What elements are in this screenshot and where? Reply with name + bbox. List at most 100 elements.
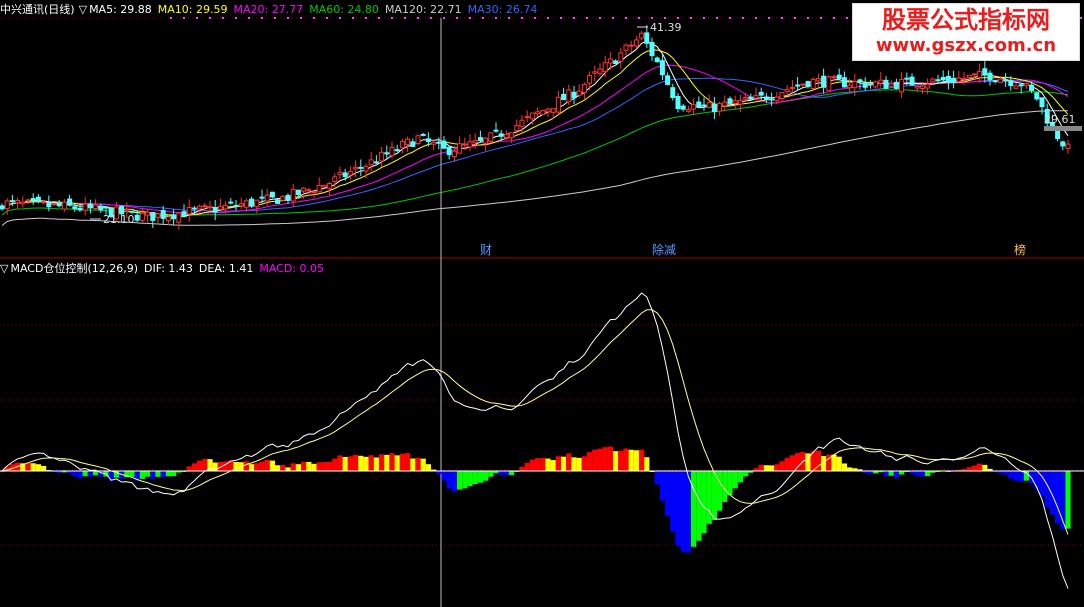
candle bbox=[649, 37, 655, 61]
candle-body bbox=[956, 77, 962, 82]
candle bbox=[56, 200, 62, 208]
candle-body bbox=[904, 77, 910, 80]
candle-body bbox=[1013, 85, 1019, 89]
candle bbox=[581, 82, 587, 100]
macd-bar bbox=[186, 466, 192, 471]
macd-bar bbox=[197, 460, 203, 471]
candle-body bbox=[436, 141, 442, 144]
top-dot bbox=[807, 17, 809, 19]
candle-body bbox=[467, 141, 473, 148]
candle-body bbox=[259, 196, 265, 199]
candle bbox=[150, 211, 156, 228]
macd-bar bbox=[503, 471, 509, 476]
candle bbox=[1060, 140, 1066, 151]
candle-body bbox=[670, 87, 676, 98]
candle-body bbox=[264, 194, 270, 202]
macd-bar bbox=[415, 457, 421, 471]
candle-body bbox=[561, 93, 567, 101]
candle bbox=[711, 97, 717, 120]
stock-chart-canvas[interactable]: 41.39 21.10 29.61 财 除减 榜 bbox=[0, 0, 1084, 607]
candle-body bbox=[311, 191, 317, 194]
candle bbox=[30, 193, 36, 205]
candle-body bbox=[202, 205, 208, 208]
candle-body bbox=[72, 206, 78, 209]
candle-body bbox=[233, 204, 239, 207]
candle bbox=[795, 76, 801, 91]
candle bbox=[488, 132, 494, 144]
candle-body bbox=[706, 102, 712, 108]
top-dot bbox=[586, 17, 588, 19]
candle-body bbox=[675, 95, 681, 110]
candle bbox=[587, 71, 593, 91]
candle bbox=[347, 166, 353, 181]
price-legend-name: 中兴通讯(日线) bbox=[0, 3, 75, 16]
candle bbox=[644, 25, 650, 48]
top-dot bbox=[677, 17, 679, 19]
top-dot bbox=[560, 17, 562, 19]
candle-body bbox=[368, 159, 374, 166]
candle-body bbox=[275, 199, 281, 204]
macd-bar bbox=[519, 466, 525, 471]
candle bbox=[207, 200, 213, 211]
macd-bar bbox=[774, 464, 780, 471]
candle-body bbox=[535, 111, 541, 115]
candle bbox=[332, 173, 338, 189]
macd-bar bbox=[405, 453, 411, 471]
candle bbox=[1023, 82, 1029, 89]
candle-body bbox=[602, 62, 608, 72]
legend-dea: DEA: 1.41 bbox=[198, 262, 254, 275]
macd-bar bbox=[399, 453, 405, 471]
top-dot bbox=[573, 17, 575, 19]
macd-bar bbox=[150, 471, 156, 480]
candle-body bbox=[295, 189, 301, 196]
candle bbox=[857, 78, 863, 90]
candle-body bbox=[238, 203, 244, 207]
macd-bar bbox=[249, 464, 255, 471]
last-price-bar bbox=[1044, 126, 1082, 131]
candle-body bbox=[493, 129, 499, 132]
macd-bar bbox=[665, 471, 671, 517]
top-dot bbox=[222, 17, 224, 19]
top-dot bbox=[313, 17, 315, 19]
candle bbox=[633, 35, 639, 49]
candle-body bbox=[228, 201, 234, 204]
candle bbox=[873, 80, 879, 89]
candle bbox=[623, 43, 629, 56]
top-dot bbox=[352, 17, 354, 19]
candle bbox=[410, 138, 416, 147]
candle-body bbox=[103, 206, 109, 209]
high-price-label: 41.39 bbox=[650, 21, 682, 34]
macd-bar bbox=[358, 455, 364, 471]
candle-body bbox=[280, 196, 286, 201]
candle bbox=[384, 145, 390, 159]
top-dot bbox=[794, 17, 796, 19]
candle-body bbox=[1023, 83, 1029, 86]
candle bbox=[987, 70, 993, 86]
low-price-label: 21.10 bbox=[103, 213, 135, 226]
candle bbox=[810, 77, 816, 90]
top-dot bbox=[443, 17, 445, 19]
candle bbox=[87, 199, 93, 214]
candle bbox=[275, 199, 281, 204]
candle-body bbox=[971, 73, 977, 76]
macd-bar bbox=[789, 455, 795, 471]
candle-body bbox=[644, 32, 650, 44]
macd-bar bbox=[899, 471, 905, 475]
candle bbox=[176, 212, 182, 230]
candle-body bbox=[25, 199, 31, 202]
candle-body bbox=[800, 83, 806, 86]
top-dot bbox=[833, 17, 835, 19]
candle-body bbox=[61, 201, 67, 210]
candle bbox=[878, 71, 884, 88]
candle-body bbox=[498, 133, 504, 137]
candle bbox=[717, 101, 723, 116]
candle bbox=[379, 147, 385, 167]
macd-bar bbox=[446, 471, 452, 489]
candle bbox=[815, 73, 821, 88]
candle-body bbox=[841, 77, 847, 88]
candle bbox=[61, 199, 67, 212]
candle bbox=[888, 79, 894, 88]
top-dot bbox=[378, 17, 380, 19]
candle-body bbox=[160, 210, 166, 219]
top-dot bbox=[638, 17, 640, 19]
